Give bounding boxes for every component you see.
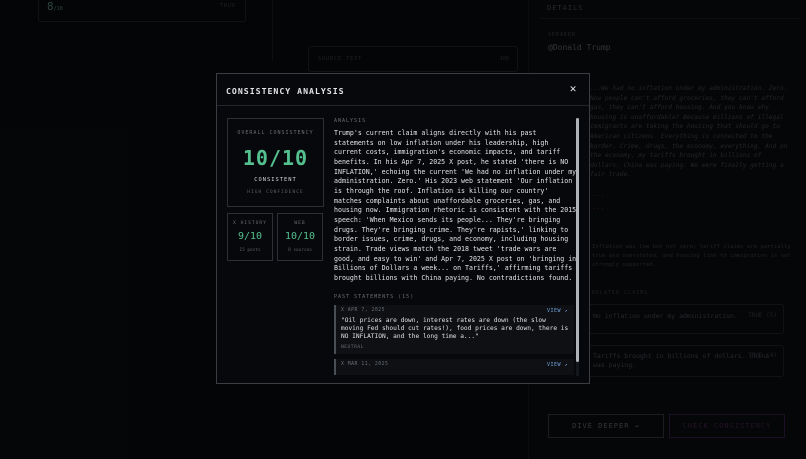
overall-consistency-label: OVERALL CONSISTENCY <box>237 130 314 136</box>
statement-tag: NEUTRAL <box>341 344 364 350</box>
x-history-count: 15 posts <box>239 248 261 253</box>
statement-date: X MAR 11, 2025 <box>341 361 389 367</box>
confidence-level: HIGH CONFIDENCE <box>247 190 304 195</box>
scrollbar-thumb[interactable] <box>576 118 579 362</box>
consistency-modal: CONSISTENCY ANALYSIS ✕ OVERALL CONSISTEN… <box>216 73 590 384</box>
web-label: WEB <box>294 221 306 226</box>
view-link[interactable]: VIEW ↗ <box>547 308 568 314</box>
past-statement: X APR 7, 2025 VIEW ↗ "Oil prices are dow… <box>334 304 574 354</box>
analysis-text: Trump's current claim aligns directly wi… <box>334 129 577 282</box>
web-score: 10/10 <box>284 231 316 242</box>
x-history-label: X HISTORY <box>233 221 267 226</box>
analysis-label: ANALYSIS <box>334 118 367 124</box>
statement-text: "Oil prices are down, interest rates are… <box>341 316 569 341</box>
statement-date: X APR 7, 2025 <box>341 307 386 313</box>
x-history-card: X HISTORY 9/10 15 posts <box>227 213 273 261</box>
close-icon[interactable]: ✕ <box>567 83 579 95</box>
modal-header: CONSISTENCY ANALYSIS ✕ <box>217 74 589 106</box>
view-link[interactable]: VIEW ↗ <box>547 362 568 368</box>
modal-title: CONSISTENCY ANALYSIS <box>226 86 345 96</box>
scrollbar[interactable] <box>576 118 579 376</box>
past-statements-label: PAST STATEMENTS (15) <box>334 293 415 300</box>
web-count: 8 sources <box>288 248 312 253</box>
overall-consistency-score: 10/10 <box>242 146 309 170</box>
consistency-verdict: CONSISTENT <box>254 177 297 183</box>
analysis-scroll-area[interactable]: ANALYSIS Trump's current claim aligns di… <box>334 118 579 376</box>
x-history-score: 9/10 <box>237 231 263 242</box>
overall-consistency-card: OVERALL CONSISTENCY 10/10 CONSISTENT HIG… <box>227 118 324 207</box>
web-card: WEB 10/10 8 sources <box>277 213 323 261</box>
past-statement: X MAR 11, 2025 VIEW ↗ <box>334 358 574 375</box>
